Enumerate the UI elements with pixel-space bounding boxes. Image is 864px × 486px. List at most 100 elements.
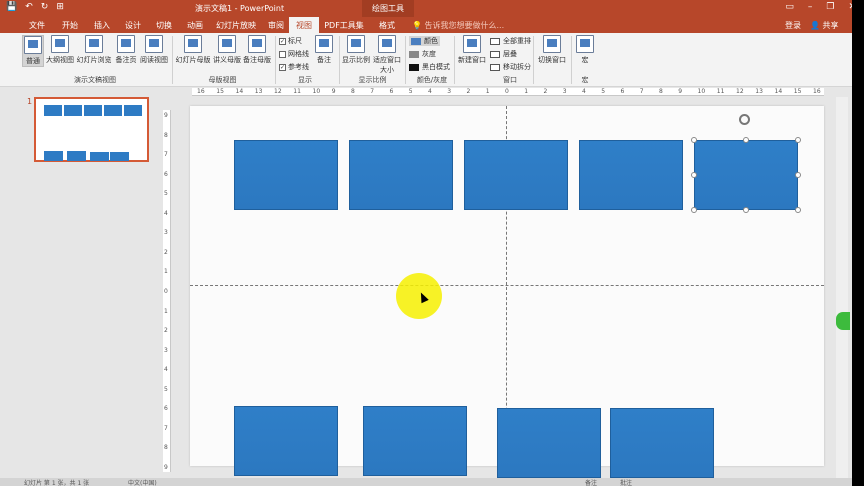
rectangle-shape[interactable] bbox=[579, 140, 683, 210]
handout-master-button[interactable]: 讲义母版 bbox=[212, 35, 242, 65]
tab-file[interactable]: 文件 bbox=[22, 17, 52, 33]
color-button[interactable]: 颜色 bbox=[409, 36, 440, 46]
resize-handle[interactable] bbox=[743, 207, 749, 213]
tab-pdf-tools[interactable]: PDF工具集 bbox=[322, 17, 366, 33]
ruler-tick-label: 2 bbox=[543, 88, 548, 95]
rotate-handle-icon[interactable] bbox=[739, 114, 750, 125]
ribbon-display-icon[interactable]: ▭ bbox=[785, 2, 794, 12]
notes-page-label: 备注页 bbox=[115, 56, 137, 64]
rectangle-shape[interactable] bbox=[363, 406, 467, 476]
tab-transitions[interactable]: 切换 bbox=[150, 17, 178, 33]
rectangle-shape[interactable] bbox=[610, 408, 714, 478]
resize-handle[interactable] bbox=[691, 172, 697, 178]
outline-view-button[interactable]: 大纲视图 bbox=[46, 35, 74, 65]
zoom-button[interactable]: 显示比例 bbox=[342, 35, 370, 65]
macros-button[interactable]: 宏 bbox=[574, 35, 596, 65]
notes-master-button[interactable]: 备注母版 bbox=[242, 35, 272, 65]
reading-view-icon bbox=[145, 35, 163, 53]
login-link[interactable]: 登录 bbox=[785, 20, 801, 31]
tab-view[interactable]: 视图 bbox=[289, 17, 319, 33]
ribbon-view: 普通 大纲视图 幻灯片浏览 备注页 阅读视图 演示文稿视图 幻灯片母版 讲义母版… bbox=[0, 33, 864, 87]
ruler-tick-label: 5 bbox=[408, 88, 413, 95]
restore-icon[interactable]: ❐ bbox=[826, 2, 834, 12]
thumb-shape bbox=[124, 105, 142, 116]
grayscale-button[interactable]: 灰度 bbox=[409, 49, 436, 59]
black-white-button[interactable]: 黑白模式 bbox=[409, 62, 450, 72]
reading-view-label: 阅读视图 bbox=[140, 56, 168, 64]
window-controls: ▭ – ❐ ✕ bbox=[785, 2, 856, 12]
cascade-button[interactable]: 层叠 bbox=[490, 49, 517, 59]
resize-handle[interactable] bbox=[743, 137, 749, 143]
normal-view-button[interactable]: 普通 bbox=[22, 35, 44, 67]
vertical-ruler: 9 8 7 6 5 4 3 2 1 0 1 2 3 4 5 6 7 8 9 bbox=[163, 110, 171, 472]
gridlines-checkbox[interactable]: 网格线 bbox=[279, 49, 309, 59]
notes-master-icon bbox=[248, 35, 266, 53]
rectangle-shape[interactable] bbox=[464, 140, 568, 210]
rectangle-shape-selected[interactable] bbox=[694, 140, 798, 210]
ribbon-separator bbox=[533, 36, 534, 84]
rectangle-shape[interactable] bbox=[349, 140, 453, 210]
horizontal-guide[interactable] bbox=[190, 285, 824, 286]
rectangle-shape[interactable] bbox=[234, 406, 338, 476]
notes-button[interactable]: 备注 bbox=[314, 35, 334, 65]
ruler-tick-label: 4 bbox=[164, 209, 168, 217]
resize-handle[interactable] bbox=[795, 207, 801, 213]
fit-to-window-button[interactable]: 适应窗口大小 bbox=[372, 35, 402, 75]
minimize-icon[interactable]: – bbox=[808, 2, 813, 12]
normal-view-label: 普通 bbox=[26, 57, 40, 65]
save-icon[interactable]: 💾 bbox=[6, 2, 17, 12]
notes-page-button[interactable]: 备注页 bbox=[114, 35, 138, 65]
resize-handle[interactable] bbox=[691, 207, 697, 213]
arrange-all-button[interactable]: 全部重排 bbox=[490, 36, 531, 46]
ruler-tick-label: 12 bbox=[736, 88, 744, 95]
slide-master-button[interactable]: 幻灯片母版 bbox=[175, 35, 211, 65]
ruler-tick-label: 7 bbox=[164, 424, 168, 432]
group-label-presentation-views: 演示文稿视图 bbox=[74, 76, 116, 84]
ruler-tick-label: 12 bbox=[274, 88, 282, 95]
rectangle-shape[interactable] bbox=[234, 140, 338, 210]
tab-insert[interactable]: 插入 bbox=[88, 17, 116, 33]
move-split-button[interactable]: 移动拆分 bbox=[490, 62, 531, 72]
switch-window-label: 切换窗口 bbox=[538, 56, 566, 64]
comments-toggle[interactable]: 批注 bbox=[620, 478, 632, 486]
tab-design[interactable]: 设计 bbox=[119, 17, 147, 33]
notes-toggle[interactable]: 备注 bbox=[585, 478, 597, 486]
share-button[interactable]: 👤 共享 bbox=[810, 20, 839, 31]
tab-review[interactable]: 审阅 bbox=[262, 17, 290, 33]
reading-view-button[interactable]: 阅读视图 bbox=[139, 35, 169, 65]
color-label: 颜色 bbox=[424, 37, 438, 45]
new-window-button[interactable]: 新建窗口 bbox=[457, 35, 487, 65]
slide[interactable] bbox=[190, 106, 824, 478]
slide-sorter-button[interactable]: 幻灯片浏览 bbox=[76, 35, 112, 65]
vertical-scrollbar[interactable] bbox=[836, 97, 848, 478]
ruler-tick-label: 11 bbox=[716, 88, 725, 95]
guides-checkbox[interactable]: ✓ 参考线 bbox=[279, 62, 309, 72]
tab-slideshow[interactable]: 幻灯片放映 bbox=[212, 17, 260, 33]
floating-green-button[interactable] bbox=[836, 312, 850, 330]
tab-home[interactable]: 开始 bbox=[56, 17, 84, 33]
black-white-icon bbox=[409, 63, 419, 71]
thumb-shape bbox=[44, 151, 63, 161]
ruler-tick-label: 16 bbox=[813, 88, 821, 95]
resize-handle[interactable] bbox=[795, 137, 801, 143]
slide-thumbnail[interactable] bbox=[34, 97, 149, 162]
rectangle-shape[interactable] bbox=[497, 408, 601, 478]
redo-icon[interactable]: ↻ bbox=[41, 2, 49, 12]
horizontal-ruler: 16 15 14 13 12 11 10 9 8 7 6 5 4 3 2 1 0 1 2 3 4 5 6 7 8 9 10 11 12 1… bbox=[192, 88, 824, 96]
tab-format[interactable]: 格式 bbox=[372, 17, 402, 33]
tell-me-search[interactable]: 💡 告诉我您想要做什么... bbox=[412, 20, 504, 31]
group-label-window: 窗口 bbox=[503, 76, 517, 84]
language-indicator[interactable]: 中文(中国) bbox=[128, 478, 157, 486]
ruler-tick-label: 10 bbox=[312, 88, 321, 95]
resize-handle[interactable] bbox=[691, 137, 697, 143]
resize-handle[interactable] bbox=[795, 172, 801, 178]
slide-info: 幻灯片 第 1 张，共 1 张 bbox=[24, 480, 90, 486]
tab-animations[interactable]: 动画 bbox=[181, 17, 209, 33]
switch-window-button[interactable]: 切换窗口 bbox=[536, 35, 568, 65]
ribbon-separator bbox=[339, 36, 340, 84]
group-label-zoom: 显示比例 bbox=[358, 76, 387, 84]
ruler-checkbox[interactable]: ✓ 标尺 bbox=[279, 36, 302, 46]
customize-icon[interactable]: ⊞ bbox=[56, 2, 64, 12]
undo-icon[interactable]: ↶ bbox=[25, 2, 33, 12]
guides-label: 参考线 bbox=[288, 63, 309, 71]
